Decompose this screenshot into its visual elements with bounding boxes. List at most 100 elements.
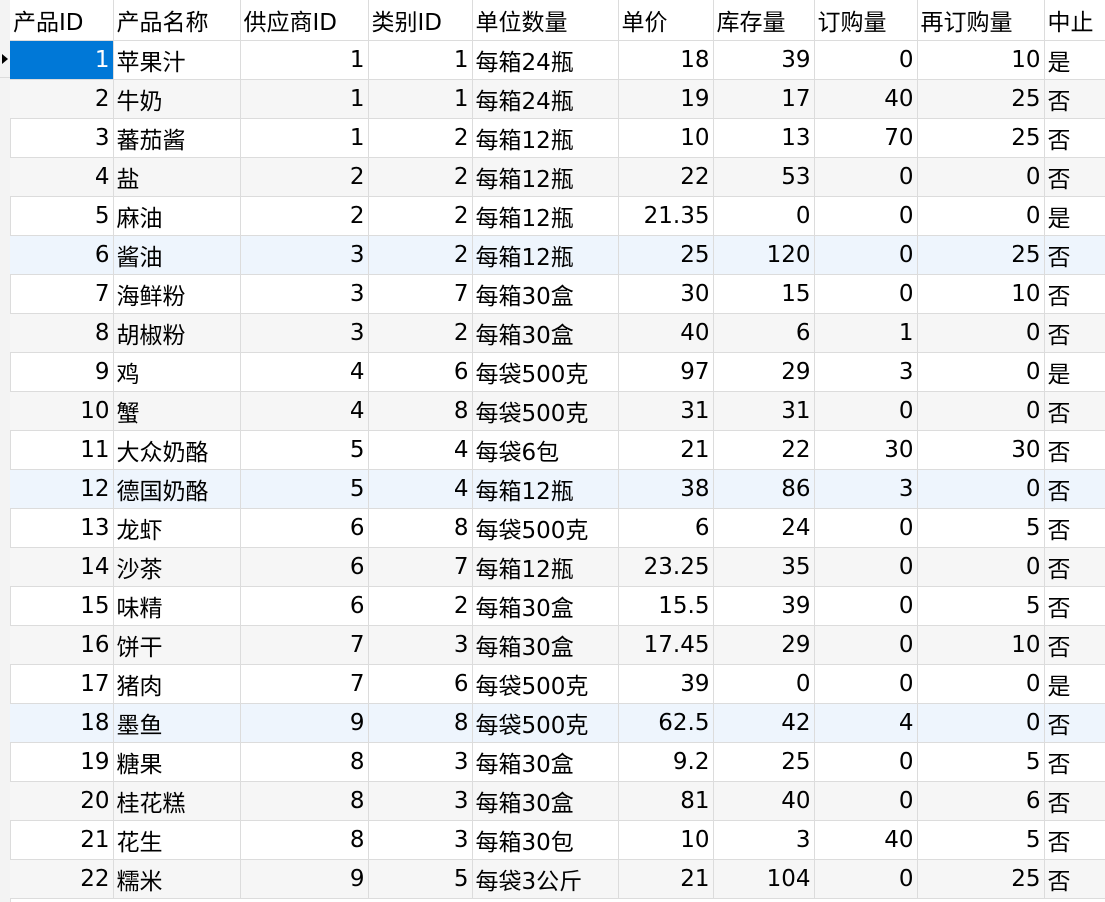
table-row[interactable]: 21 花生 8 3 每箱30包 10 3 40 5 否: [10, 820, 1105, 860]
cell-reorder-level[interactable]: 0: [917, 352, 1045, 392]
cell-units-on-order[interactable]: 70: [814, 118, 918, 158]
cell-product-id[interactable]: 13: [10, 508, 114, 548]
cell-product-name[interactable]: 苹果汁: [113, 40, 241, 80]
cell-supplier-id[interactable]: 5: [240, 430, 369, 470]
cell-unit-price[interactable]: 10: [618, 820, 714, 860]
cell-unit-price[interactable]: 10: [618, 118, 714, 158]
column-header-units-on-order[interactable]: 订购量: [814, 0, 918, 41]
cell-unit-price[interactable]: 21.35: [618, 196, 714, 236]
cell-reorder-level[interactable]: 0: [917, 469, 1045, 509]
cell-discontinued[interactable]: 否: [1044, 274, 1105, 314]
cell-product-id[interactable]: 2: [10, 79, 114, 119]
cell-quantity-per-unit[interactable]: 每箱12瓶: [472, 157, 619, 197]
cell-product-id[interactable]: 16: [10, 625, 114, 665]
column-header-unit-price[interactable]: 单价: [618, 0, 714, 41]
cell-quantity-per-unit[interactable]: 每箱30盒: [472, 781, 619, 821]
cell-supplier-id[interactable]: 1: [240, 40, 369, 80]
cell-supplier-id[interactable]: 6: [240, 586, 369, 626]
cell-discontinued[interactable]: 否: [1044, 313, 1105, 353]
cell-quantity-per-unit[interactable]: 每箱12瓶: [472, 235, 619, 275]
cell-units-in-stock[interactable]: 39: [713, 40, 815, 80]
cell-units-on-order[interactable]: 0: [814, 508, 918, 548]
cell-units-in-stock[interactable]: 22: [713, 430, 815, 470]
cell-units-on-order[interactable]: 0: [814, 625, 918, 665]
cell-units-on-order[interactable]: 0: [814, 859, 918, 899]
cell-units-in-stock[interactable]: 25: [713, 742, 815, 782]
cell-unit-price[interactable]: 15.5: [618, 586, 714, 626]
cell-category-id[interactable]: 2: [368, 157, 473, 197]
cell-quantity-per-unit[interactable]: 每箱24瓶: [472, 79, 619, 119]
table-row[interactable]: 12 德国奶酪 5 4 每箱12瓶 38 86 3 0 否: [10, 469, 1105, 509]
cell-product-id[interactable]: 20: [10, 781, 114, 821]
cell-supplier-id[interactable]: 1: [240, 118, 369, 158]
cell-discontinued[interactable]: 否: [1044, 508, 1105, 548]
cell-units-on-order[interactable]: 0: [814, 547, 918, 587]
column-header-product-name[interactable]: 产品名称: [113, 0, 241, 41]
cell-product-id[interactable]: 6: [10, 235, 114, 275]
cell-reorder-level[interactable]: 30: [917, 430, 1045, 470]
cell-category-id[interactable]: 6: [368, 664, 473, 704]
cell-category-id[interactable]: 2: [368, 118, 473, 158]
cell-category-id[interactable]: 1: [368, 40, 473, 80]
cell-category-id[interactable]: 1: [368, 79, 473, 119]
cell-reorder-level[interactable]: 6: [917, 781, 1045, 821]
cell-product-id[interactable]: 1: [10, 40, 114, 80]
cell-product-id[interactable]: 18: [10, 703, 114, 743]
cell-product-name[interactable]: 蟹: [113, 391, 241, 431]
cell-category-id[interactable]: 5: [368, 859, 473, 899]
table-row[interactable]: 14 沙茶 6 7 每箱12瓶 23.25 35 0 0 否: [10, 547, 1105, 587]
cell-category-id[interactable]: 6: [368, 352, 473, 392]
cell-unit-price[interactable]: 6: [618, 508, 714, 548]
cell-units-in-stock[interactable]: 17: [713, 79, 815, 119]
cell-supplier-id[interactable]: 4: [240, 352, 369, 392]
cell-reorder-level[interactable]: 10: [917, 40, 1045, 80]
cell-category-id[interactable]: 2: [368, 313, 473, 353]
cell-discontinued[interactable]: 是: [1044, 196, 1105, 236]
cell-category-id[interactable]: 4: [368, 430, 473, 470]
cell-quantity-per-unit[interactable]: 每箱12瓶: [472, 469, 619, 509]
cell-discontinued[interactable]: 是: [1044, 40, 1105, 80]
cell-supplier-id[interactable]: 5: [240, 469, 369, 509]
cell-units-in-stock[interactable]: 35: [713, 547, 815, 587]
cell-quantity-per-unit[interactable]: 每箱30盒: [472, 274, 619, 314]
cell-discontinued[interactable]: 否: [1044, 391, 1105, 431]
cell-product-id[interactable]: 5: [10, 196, 114, 236]
cell-unit-price[interactable]: 25: [618, 235, 714, 275]
cell-category-id[interactable]: 2: [368, 196, 473, 236]
cell-units-on-order[interactable]: 0: [814, 157, 918, 197]
cell-product-id[interactable]: 12: [10, 469, 114, 509]
cell-supplier-id[interactable]: 6: [240, 508, 369, 548]
cell-unit-price[interactable]: 9.2: [618, 742, 714, 782]
cell-supplier-id[interactable]: 9: [240, 859, 369, 899]
cell-reorder-level[interactable]: 5: [917, 508, 1045, 548]
cell-units-in-stock[interactable]: 39: [713, 586, 815, 626]
cell-quantity-per-unit[interactable]: 每箱30盒: [472, 313, 619, 353]
cell-quantity-per-unit[interactable]: 每袋6包: [472, 430, 619, 470]
cell-supplier-id[interactable]: 3: [240, 274, 369, 314]
cell-unit-price[interactable]: 97: [618, 352, 714, 392]
cell-supplier-id[interactable]: 8: [240, 742, 369, 782]
cell-quantity-per-unit[interactable]: 每袋500克: [472, 508, 619, 548]
cell-quantity-per-unit[interactable]: 每箱30盒: [472, 586, 619, 626]
cell-unit-price[interactable]: 17.45: [618, 625, 714, 665]
table-row[interactable]: 20 桂花糕 8 3 每箱30盒 81 40 0 6 否: [10, 781, 1105, 821]
cell-product-name[interactable]: 味精: [113, 586, 241, 626]
cell-units-on-order[interactable]: 3: [814, 352, 918, 392]
cell-discontinued[interactable]: 否: [1044, 742, 1105, 782]
cell-unit-price[interactable]: 19: [618, 79, 714, 119]
cell-discontinued[interactable]: 否: [1044, 586, 1105, 626]
cell-reorder-level[interactable]: 10: [917, 625, 1045, 665]
cell-units-on-order[interactable]: 0: [814, 391, 918, 431]
cell-units-in-stock[interactable]: 42: [713, 703, 815, 743]
cell-units-in-stock[interactable]: 29: [713, 352, 815, 392]
cell-category-id[interactable]: 2: [368, 235, 473, 275]
column-header-product-id[interactable]: 产品ID: [10, 0, 114, 41]
cell-quantity-per-unit[interactable]: 每箱12瓶: [472, 118, 619, 158]
cell-reorder-level[interactable]: 0: [917, 196, 1045, 236]
cell-unit-price[interactable]: 31: [618, 391, 714, 431]
cell-unit-price[interactable]: 30: [618, 274, 714, 314]
cell-units-in-stock[interactable]: 29: [713, 625, 815, 665]
cell-product-id[interactable]: 7: [10, 274, 114, 314]
cell-reorder-level[interactable]: 0: [917, 157, 1045, 197]
cell-product-name[interactable]: 海鲜粉: [113, 274, 241, 314]
